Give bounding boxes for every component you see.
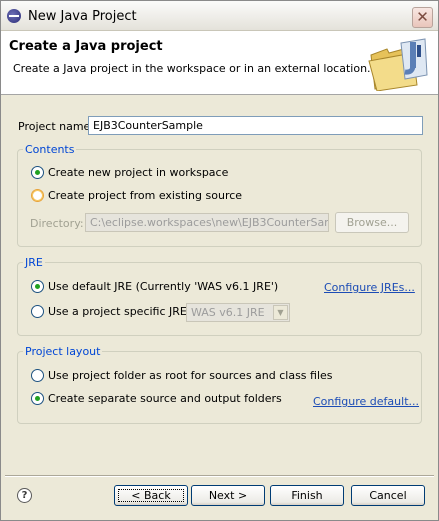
create-from-existing-label: Create project from existing source	[48, 189, 243, 202]
separate-folders-label: Create separate source and output folder…	[48, 392, 282, 405]
jre-legend: JRE	[25, 256, 43, 269]
project-name-label: Project name:	[18, 120, 95, 133]
create-new-project-label: Create new project in workspace	[48, 166, 229, 179]
back-button[interactable]: < Back	[114, 485, 188, 506]
window-title: New Java Project	[28, 9, 137, 24]
radio-indicator[interactable]	[31, 392, 44, 405]
directory-label: Directory:	[30, 217, 84, 230]
configure-jres-link[interactable]: Configure JREs...	[324, 281, 415, 294]
page-title: Create a Java project	[9, 39, 163, 54]
close-icon: ✕	[416, 8, 429, 26]
radio-indicator[interactable]	[31, 369, 44, 382]
chevron-down-icon[interactable]: ▼	[273, 305, 288, 320]
radio-indicator[interactable]	[31, 305, 44, 318]
button-bar-separator	[5, 475, 434, 477]
project-name-input[interactable]: EJB3CounterSample	[88, 116, 423, 135]
contents-legend: Contents	[25, 143, 75, 156]
radio-indicator[interactable]	[31, 166, 44, 179]
use-project-folder-radio[interactable]: Use project folder as root for sources a…	[31, 369, 333, 382]
use-specific-jre-radio[interactable]: Use a project specific JRE:	[31, 305, 191, 318]
jre-group: JRE	[17, 256, 422, 336]
separate-folders-radio[interactable]: Create separate source and output folder…	[31, 392, 282, 405]
finish-button[interactable]: Finish	[270, 485, 344, 506]
create-from-existing-radio[interactable]: Create project from existing source	[31, 189, 242, 202]
use-default-jre-radio[interactable]: Use default JRE (Currently 'WAS v6.1 JRE…	[31, 280, 278, 293]
use-project-folder-label: Use project folder as root for sources a…	[48, 369, 333, 382]
directory-input[interactable]: C:\eclipse.workspaces\new\EJB3CounterSam…	[85, 213, 329, 232]
title-bar[interactable]: New Java Project ✕	[1, 1, 438, 31]
java-project-folder-icon	[368, 38, 428, 91]
project-layout-legend: Project layout	[25, 345, 101, 358]
next-button[interactable]: Next >	[191, 485, 265, 506]
use-default-jre-label: Use default JRE (Currently 'WAS v6.1 JRE…	[48, 280, 279, 293]
create-new-project-radio[interactable]: Create new project in workspace	[31, 166, 228, 179]
help-icon[interactable]: ?	[17, 488, 32, 503]
new-java-project-window: New Java Project ✕ Create a Java project…	[0, 0, 439, 521]
radio-indicator[interactable]	[31, 189, 44, 202]
page-description: Create a Java project in the workspace o…	[13, 62, 371, 75]
specific-jre-select[interactable]: WAS v6.1 JRE ▼	[186, 303, 290, 322]
configure-default-link[interactable]: Configure default...	[313, 395, 419, 408]
radio-indicator[interactable]	[31, 280, 44, 293]
close-button[interactable]: ✕	[412, 7, 433, 28]
browse-button[interactable]: Browse...	[335, 212, 409, 233]
cancel-button[interactable]: Cancel	[351, 485, 425, 506]
use-specific-jre-label: Use a project specific JRE:	[48, 305, 191, 318]
wizard-header: Create a Java project Create a Java proj…	[1, 31, 438, 95]
eclipse-icon	[7, 9, 21, 23]
specific-jre-value: WAS v6.1 JRE	[191, 306, 265, 319]
project-layout-group: Project layout	[17, 345, 422, 424]
